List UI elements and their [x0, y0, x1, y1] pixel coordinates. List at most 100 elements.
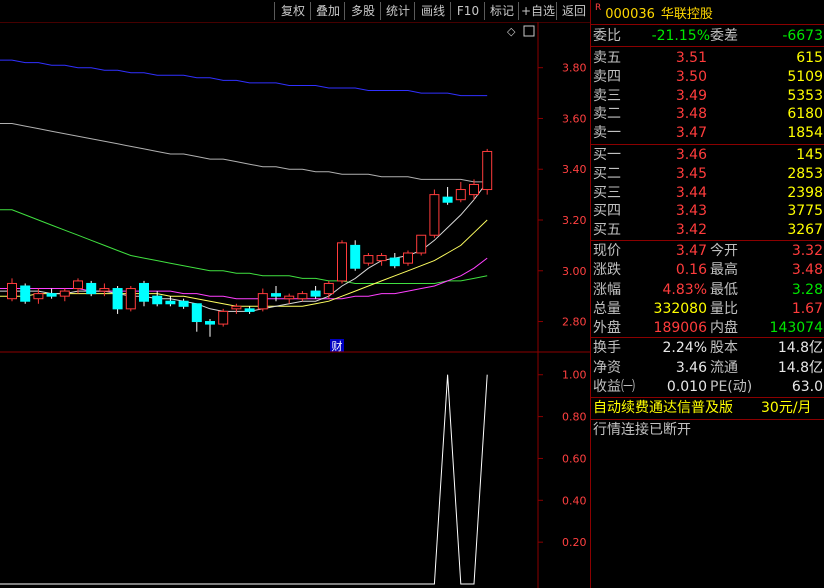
- promo-price: 30元/月: [761, 400, 812, 416]
- toolbar-button-0[interactable]: 复权: [274, 2, 311, 20]
- stat-label-4: 外盘: [593, 320, 621, 337]
- finance-label-2: 收益㈠: [593, 379, 635, 395]
- diamond-icon[interactable]: ◇: [507, 25, 516, 38]
- candle-21[interactable]: [284, 293, 295, 304]
- candle-body-30: [403, 252, 413, 264]
- weicha-value: -6673: [782, 28, 823, 44]
- indicator-tick-label-0: 1.00: [562, 369, 587, 382]
- candle-25[interactable]: [337, 240, 347, 284]
- candle-14[interactable]: [191, 303, 202, 332]
- bid-vol-1: 2853: [787, 165, 823, 182]
- candle-24[interactable]: [323, 280, 334, 299]
- candle-body-36: [482, 150, 493, 191]
- ask-vol-3: 6180: [787, 106, 823, 123]
- candle-body-18: [244, 308, 255, 312]
- candle-body-33: [442, 196, 453, 203]
- candle-7[interactable]: [99, 283, 110, 297]
- stat-value2-2: 3.28: [791, 281, 823, 298]
- candle-0[interactable]: [7, 278, 17, 302]
- stat-label2-3: 量比: [710, 300, 738, 317]
- candle-1[interactable]: [20, 283, 31, 304]
- candle-19[interactable]: [257, 288, 268, 312]
- stock-code: 000036: [605, 7, 655, 22]
- stat-label-1: 涨跌: [593, 262, 621, 279]
- stat-value-0: 3.47: [675, 243, 707, 259]
- candle-36[interactable]: [482, 148, 493, 195]
- candle-body-24: [323, 282, 334, 295]
- candle-6[interactable]: [86, 280, 97, 297]
- candle-body-22: [297, 293, 308, 300]
- weibi-value: -21.15%: [651, 28, 710, 44]
- candle-body-25: [337, 242, 347, 282]
- stat-row-0: 现价 3.47 今开 3.32: [591, 242, 824, 260]
- candle-34[interactable]: [455, 181, 466, 203]
- price-tick-label-0: 3.80: [562, 62, 587, 75]
- separator-1: [591, 46, 824, 47]
- candle-18[interactable]: [244, 306, 255, 314]
- candle-35[interactable]: [469, 179, 479, 200]
- stat-label2-4: 内盘: [710, 320, 738, 337]
- weibi-label: 委比: [593, 28, 621, 44]
- candle-29[interactable]: [389, 253, 400, 269]
- candle-33[interactable]: [442, 187, 453, 205]
- candle-10[interactable]: [139, 280, 149, 307]
- stat-row-4: 外盘 189006 内盘 143074: [591, 319, 824, 337]
- candle-body-35: [469, 183, 479, 196]
- bid-vol-3: 3775: [787, 203, 823, 220]
- candle-body-5: [73, 280, 83, 290]
- ask-label-2: 卖三: [593, 87, 621, 104]
- toolbar-button-4[interactable]: 画线: [414, 2, 451, 20]
- candle-4[interactable]: [59, 288, 70, 302]
- candle-31[interactable]: [416, 234, 427, 256]
- candle-body-31: [416, 234, 427, 254]
- stock-name: 华联控股: [660, 7, 713, 22]
- candle-3[interactable]: [46, 288, 57, 299]
- promo-row[interactable]: 自动续费通达信普及版 30元/月: [591, 399, 824, 417]
- kline-chart[interactable]: 3.80 3.60 3.40 3.20 3.00 2.80 财 1.00 0.80 0.60 0.…: [0, 22, 590, 588]
- bid-price-3: 3.43: [675, 203, 707, 220]
- window-icon[interactable]: [523, 25, 535, 37]
- candle-body-34: [455, 189, 466, 201]
- finance-value2-0: 14.8亿: [777, 340, 823, 356]
- candle-body-26: [350, 244, 361, 269]
- candle-body-29: [389, 257, 400, 267]
- bid-row-0: 买一 3.46 145: [591, 146, 824, 164]
- toolbar-button-2[interactable]: 多股: [344, 2, 381, 20]
- bid-price-4: 3.42: [675, 222, 707, 239]
- weibi-row: 委比 -21.15% 委差 -6673: [591, 27, 824, 45]
- candle-22[interactable]: [297, 291, 308, 302]
- toolbar-button-6[interactable]: 标记: [484, 2, 519, 20]
- stat-value2-3: 1.67: [791, 300, 823, 317]
- toolbar-button-7[interactable]: +自选: [518, 2, 557, 20]
- candle-8[interactable]: [112, 286, 123, 314]
- toolbar-button-5[interactable]: F10: [450, 2, 485, 20]
- toolbar-button-8[interactable]: 返回: [556, 2, 591, 20]
- stat-row-3: 总量 332080 量比 1.67: [591, 300, 824, 318]
- stat-label-0: 现价: [593, 243, 621, 259]
- candle-28[interactable]: [376, 253, 387, 266]
- candle-32[interactable]: [429, 189, 440, 238]
- candle-body-27: [363, 255, 374, 264]
- stat-value-2: 4.83%: [662, 281, 707, 298]
- candle-16[interactable]: [218, 308, 229, 327]
- finance-row-1: 净资 3.46 流通 14.8亿: [591, 359, 824, 377]
- candle-body-2: [33, 293, 44, 300]
- candle-9[interactable]: [125, 286, 136, 312]
- candle-12[interactable]: [165, 296, 176, 307]
- candle-body-1: [20, 285, 31, 302]
- candle-body-32: [429, 194, 440, 236]
- candle-26[interactable]: [350, 240, 361, 271]
- finance-badge[interactable]: 财: [332, 339, 343, 353]
- candle-27[interactable]: [363, 253, 374, 266]
- indicator-tick-label-4: 0.20: [562, 536, 587, 549]
- stat-value-4: 189006: [653, 320, 707, 337]
- candle-30[interactable]: [403, 250, 413, 266]
- toolbar-button-1[interactable]: 叠加: [310, 2, 345, 20]
- candle-15[interactable]: [205, 319, 215, 337]
- price-panel: 3.80 3.60 3.40 3.20 3.00 2.80 财: [0, 59, 587, 353]
- candle-body-15: [205, 321, 215, 325]
- weicha-label: 委差: [710, 28, 738, 44]
- toolbar-button-3[interactable]: 统计: [380, 2, 415, 20]
- candle-23[interactable]: [310, 286, 321, 299]
- finance-value2-2: 63.0: [791, 379, 823, 395]
